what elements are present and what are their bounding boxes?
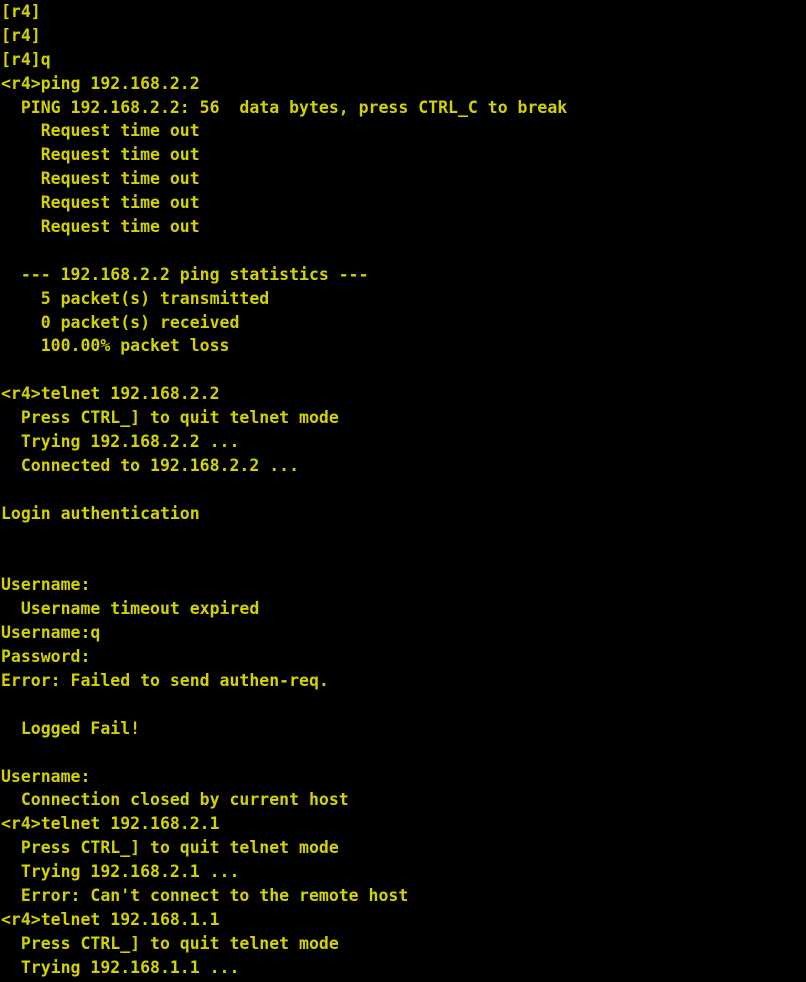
terminal-line: [r4] [1,2,41,21]
terminal-line: <r4>telnet 192.168.1.1 [1,909,220,929]
terminal-line: Password: [1,647,91,667]
terminal-line: 100.00% packet loss [1,336,230,356]
terminal-line: Login authentication [1,503,200,523]
terminal-line: PING 192.168.2.2: 56 data bytes, press C… [1,97,568,117]
terminal-line: Request time out [1,169,200,189]
terminal-line: <r4>telnet 192.168.2.2 [1,384,220,404]
terminal-line: Request time out [1,145,200,165]
terminal-line: Connected to 192.168.2.2 ... [1,455,300,475]
terminal-line: Press CTRL_] to quit telnet mode [1,408,339,428]
terminal-line: --- 192.168.2.2 ping statistics --- [1,264,369,284]
terminal-line: Connection closed by current host [1,790,349,810]
terminal-line: 5 packet(s) transmitted [1,288,270,308]
terminal-line: Trying 192.168.2.2 ... [1,432,240,452]
terminal-line: Trying 192.168.2.1 ... [1,862,240,882]
terminal-line: Username: [1,575,91,595]
terminal-line: Request time out [1,217,200,237]
terminal-line: Username: [1,766,91,786]
terminal-line: Press CTRL_] to quit telnet mode [1,933,339,953]
terminal-line: <r4>telnet 192.168.2.1 [1,814,220,834]
terminal-line: [r4] [1,25,41,45]
terminal-line: [r4]q [1,49,51,69]
terminal-line: 0 packet(s) received [1,312,240,332]
terminal-line: Trying 192.168.1.1 ... [1,957,240,977]
terminal-line: Username:q [1,623,101,643]
terminal-console[interactable]: [r4] [r4] [r4]q <r4>ping 192.168.2.2 PING 1… [0,0,806,982]
terminal-line: <r4>ping 192.168.2.2 [1,73,200,93]
terminal-line: Request time out [1,121,200,141]
terminal-line: Error: Can't connect to the remote host [1,885,409,905]
terminal-line: Logged Fail! [1,718,141,738]
terminal-line: Press CTRL_] to quit telnet mode [1,838,339,858]
terminal-line: Request time out [1,193,200,213]
terminal-line: Username timeout expired [1,599,260,619]
terminal-line: Error: Failed to send authen-req. [1,670,329,690]
